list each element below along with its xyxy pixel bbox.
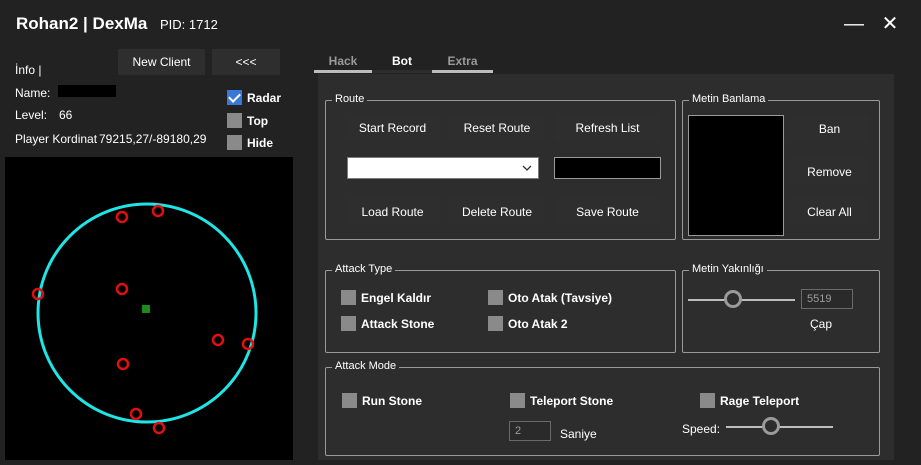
metin-yakinligi-title: Metin Yakınlığı xyxy=(689,263,767,275)
collapse-button[interactable]: <<< xyxy=(212,49,280,75)
radar-enemy-marker xyxy=(129,407,143,421)
oto-atak-2-checkbox[interactable]: Oto Atak 2 xyxy=(488,316,568,331)
name-value-redacted xyxy=(58,85,116,97)
checkbox-icon xyxy=(227,135,242,150)
teleport-stone-checkbox[interactable]: Teleport Stone xyxy=(510,393,613,408)
tab-bot[interactable]: Bot xyxy=(372,54,432,73)
checkbox-icon xyxy=(510,393,525,408)
route-group-title: Route xyxy=(332,93,368,105)
rage-teleport-label: Rage Teleport xyxy=(720,393,800,408)
checkbox-icon xyxy=(488,290,503,305)
attack-type-title: Attack Type xyxy=(332,263,396,275)
top-checkbox[interactable]: Top xyxy=(227,113,268,128)
speed-label: Speed: xyxy=(682,422,721,436)
radar-enemy-marker xyxy=(115,210,129,224)
saniye-input[interactable]: 2 xyxy=(509,421,551,441)
checkbox-icon xyxy=(227,113,242,128)
oto-atak-tavsiye-checkbox[interactable]: Oto Atak (Tavsiye) xyxy=(488,290,612,305)
checkbox-icon xyxy=(341,290,356,305)
run-stone-checkbox[interactable]: Run Stone xyxy=(342,393,422,408)
oto-atak-2-label: Oto Atak 2 xyxy=(508,316,568,331)
save-route-button[interactable]: Save Route xyxy=(555,198,660,225)
radar-checkbox[interactable]: Radar xyxy=(227,90,281,105)
radar-panel xyxy=(5,157,293,460)
hide-checkbox-label: Hide xyxy=(247,135,274,150)
clear-all-button[interactable]: Clear All xyxy=(790,198,869,225)
rage-teleport-checkbox[interactable]: Rage Teleport xyxy=(700,393,799,408)
saniye-label: Saniye xyxy=(560,427,597,441)
info-label: İnfo | xyxy=(15,63,42,77)
run-stone-label: Run Stone xyxy=(362,393,422,408)
close-button[interactable]: ✕ xyxy=(880,14,900,34)
radar-enemy-marker xyxy=(151,204,165,218)
checkbox-icon xyxy=(700,393,715,408)
slider-thumb[interactable] xyxy=(724,290,742,308)
remove-button[interactable]: Remove xyxy=(790,158,869,185)
speed-slider[interactable] xyxy=(726,417,833,437)
radar-enemy-marker xyxy=(115,282,129,296)
player-marker xyxy=(142,305,150,313)
metin-yakinligi-slider[interactable] xyxy=(688,290,795,310)
ban-button[interactable]: Ban xyxy=(790,115,869,142)
attack-stone-label: Attack Stone xyxy=(361,316,435,331)
route-name-input[interactable] xyxy=(554,157,661,179)
checkbox-icon xyxy=(342,393,357,408)
checkbox-icon xyxy=(341,316,356,331)
checkbox-icon xyxy=(488,316,503,331)
minimize-button[interactable]: — xyxy=(844,14,864,34)
chevron-down-icon xyxy=(522,165,532,171)
coord-value: 79215,27/-89180,29 xyxy=(99,132,207,146)
top-checkbox-label: Top xyxy=(247,113,269,128)
teleport-stone-label: Teleport Stone xyxy=(530,393,614,408)
radar-map xyxy=(31,202,258,435)
metin-banlama-title: Metin Banlama xyxy=(689,93,769,105)
new-client-button[interactable]: New Client xyxy=(118,49,205,75)
cap-label: Çap xyxy=(810,317,833,331)
engel-kaldir-label: Engel Kaldır xyxy=(361,290,432,305)
load-route-button[interactable]: Load Route xyxy=(346,198,439,225)
attack-mode-group: Attack Mode xyxy=(325,360,880,456)
radar-checkbox-label: Radar xyxy=(247,90,282,105)
slider-thumb[interactable] xyxy=(762,417,780,435)
reset-route-button[interactable]: Reset Route xyxy=(449,114,545,141)
start-record-button[interactable]: Start Record xyxy=(346,114,439,141)
metin-yakinligi-input[interactable]: 5519 xyxy=(801,289,853,309)
attack-type-group: Attack Type xyxy=(325,263,676,353)
refresh-list-button[interactable]: Refresh List xyxy=(555,114,660,141)
name-label: Name: xyxy=(15,86,51,100)
tab-hack[interactable]: Hack xyxy=(314,54,372,73)
window-title: Rohan2 | DexMa xyxy=(16,14,148,33)
tab-extra[interactable]: Extra xyxy=(432,54,493,73)
coord-label: Player Kordinat xyxy=(15,132,98,146)
engel-kaldir-checkbox[interactable]: Engel Kaldır xyxy=(341,290,431,305)
oto-atak-tavsiye-label: Oto Atak (Tavsiye) xyxy=(508,290,613,305)
level-label: Level: xyxy=(15,108,48,122)
checkbox-checked-icon xyxy=(227,90,242,105)
route-select[interactable] xyxy=(347,157,539,179)
radar-enemy-marker xyxy=(211,333,225,347)
attack-stone-checkbox[interactable]: Attack Stone xyxy=(341,316,434,331)
delete-route-button[interactable]: Delete Route xyxy=(449,198,545,225)
level-value: 66 xyxy=(59,108,73,122)
metin-yakinligi-group: Metin Yakınlığı xyxy=(682,263,880,353)
pid-label: PID: 1712 xyxy=(160,17,218,32)
radar-enemy-marker xyxy=(116,357,130,371)
hide-checkbox[interactable]: Hide xyxy=(227,135,273,150)
attack-mode-title: Attack Mode xyxy=(332,360,400,372)
metin-ban-list[interactable] xyxy=(688,115,784,236)
radar-enemy-marker xyxy=(152,421,166,435)
